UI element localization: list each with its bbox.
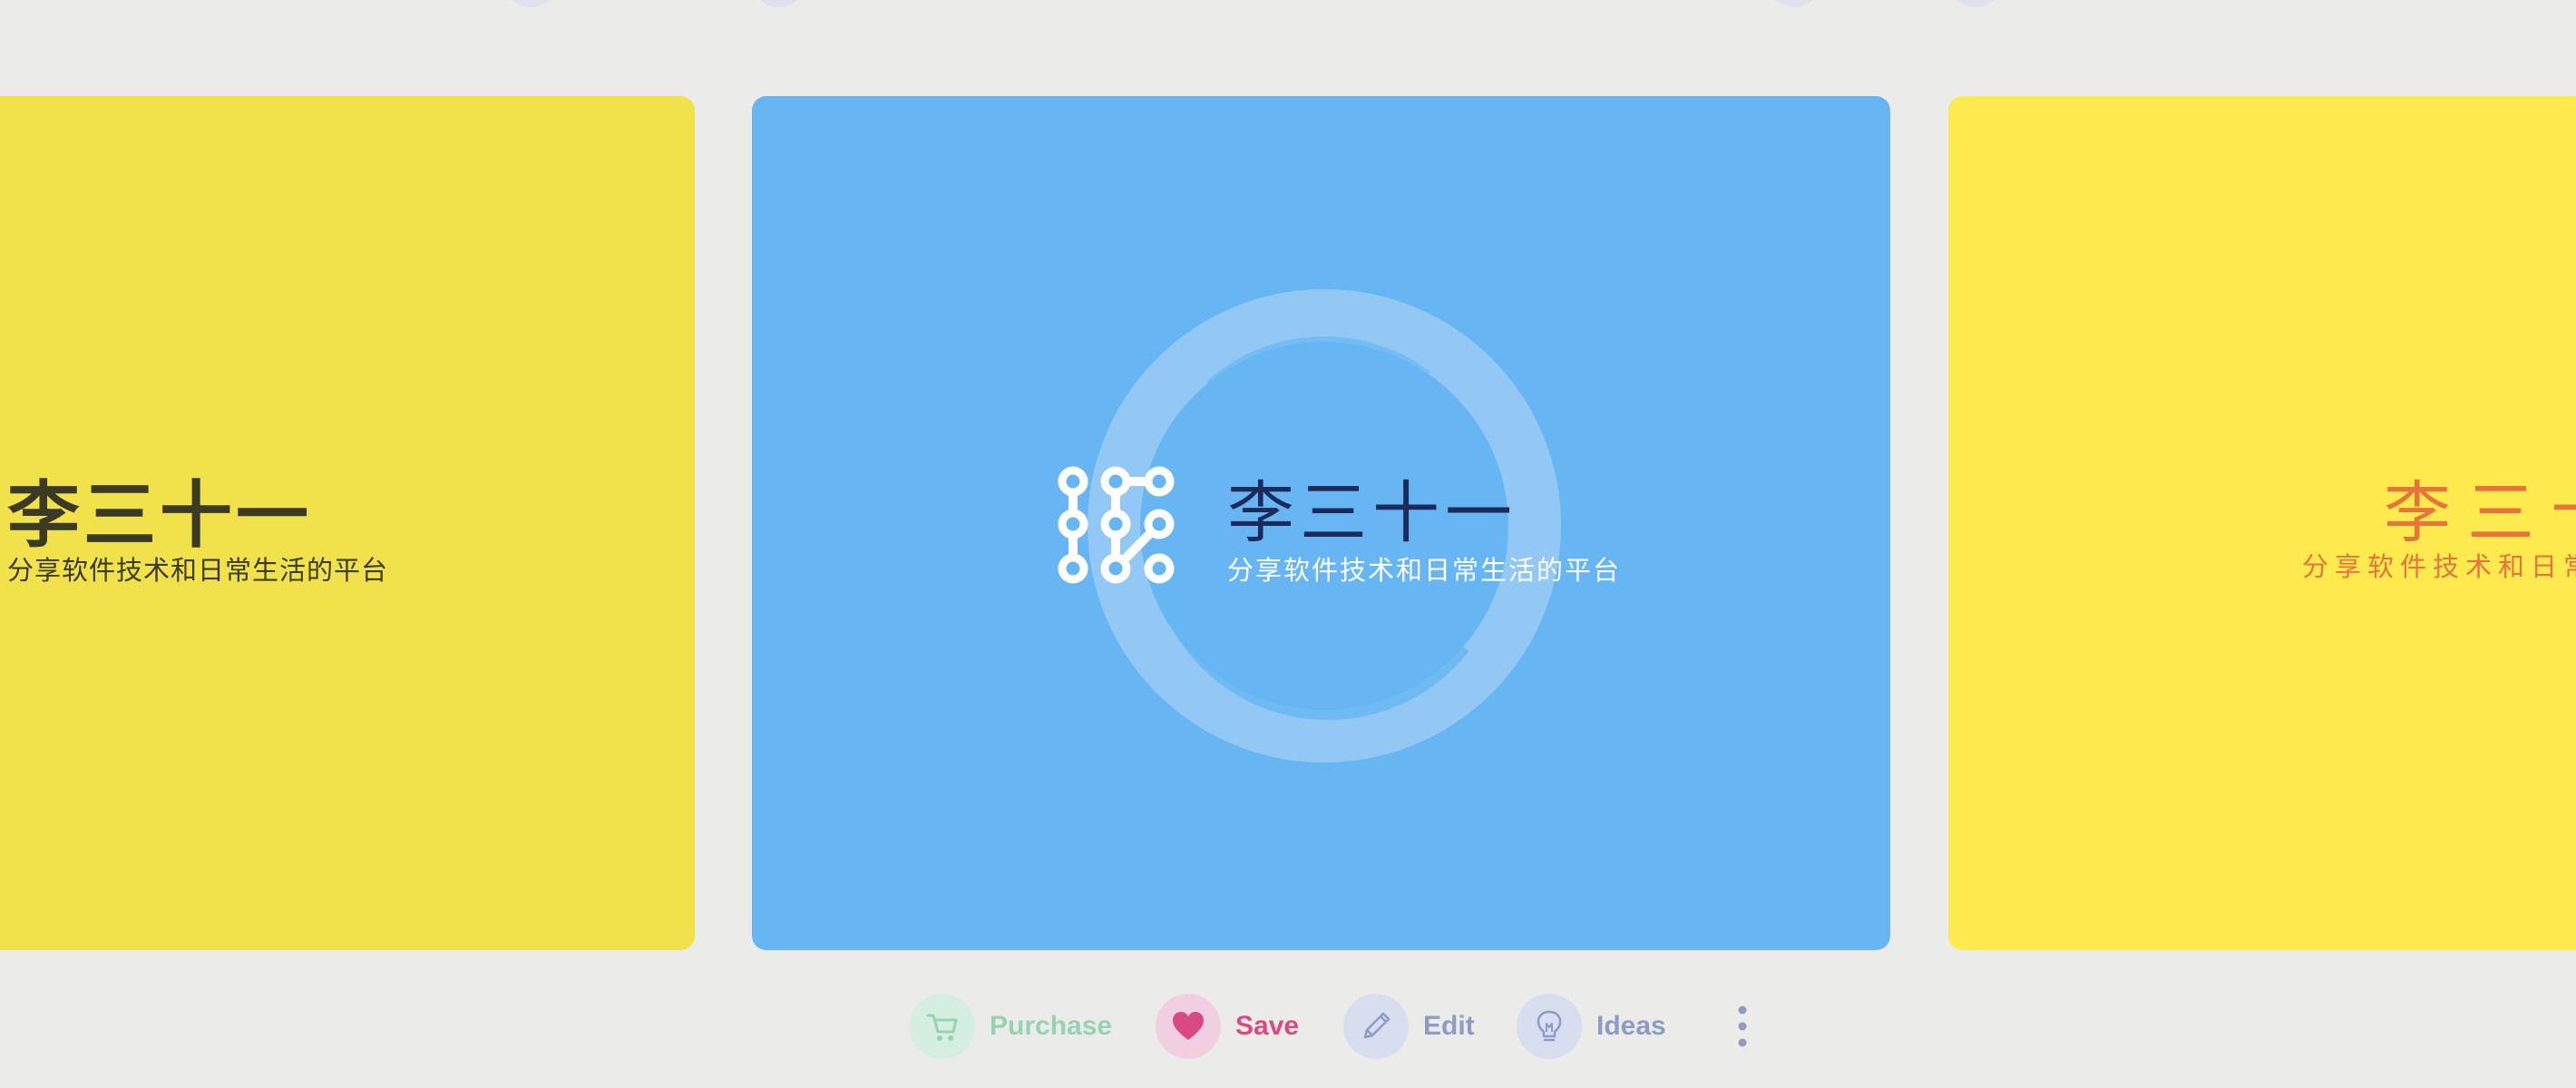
heart-icon bbox=[1156, 994, 1221, 1059]
logo-card-right[interactable]: 李三十 分享软件技术和日常 bbox=[1948, 96, 2576, 950]
previous-row-action-dot bbox=[1767, 0, 1821, 7]
card-title: 李三十一 bbox=[7, 473, 312, 558]
card-title: 李三十 bbox=[2384, 474, 2576, 552]
cart-icon bbox=[910, 994, 975, 1059]
lightbulb-icon bbox=[1517, 994, 1582, 1059]
ideas-label: Ideas bbox=[1596, 1011, 1666, 1041]
previous-row-action-dot bbox=[1948, 0, 2003, 7]
ideas-button[interactable]: Ideas bbox=[1517, 992, 1666, 1061]
card-title: 李三十一 bbox=[1227, 474, 1517, 552]
card-subtitle: 分享软件技术和日常生活的平台 bbox=[1227, 555, 1622, 586]
card-subtitle: 分享软件技术和日常 bbox=[2302, 551, 2576, 582]
edit-label: Edit bbox=[1423, 1011, 1475, 1041]
logo-card-center[interactable]: 李三十一 分享软件技术和日常生活的平台 bbox=[752, 96, 1890, 950]
logo-card-left[interactable]: 李三十一 分享软件技术和日常生活的平台 bbox=[0, 96, 695, 950]
purchase-label: Purchase bbox=[990, 1011, 1113, 1041]
more-vertical-icon bbox=[1738, 1005, 1747, 1047]
circuit-logo-icon bbox=[1058, 466, 1175, 584]
previous-row-action-dot bbox=[503, 0, 558, 7]
edit-button[interactable]: Edit bbox=[1343, 992, 1475, 1061]
purchase-button[interactable]: Purchase bbox=[910, 992, 1112, 1061]
card-subtitle: 分享软件技术和日常生活的平台 bbox=[7, 555, 389, 586]
more-options-button[interactable] bbox=[1729, 992, 1756, 1061]
action-bar: Purchase Save Edit Ideas bbox=[0, 992, 2576, 1061]
save-button[interactable]: Save bbox=[1156, 992, 1299, 1061]
previous-row-action-dot bbox=[752, 0, 806, 7]
pencil-icon bbox=[1343, 994, 1409, 1059]
save-label: Save bbox=[1235, 1011, 1300, 1041]
